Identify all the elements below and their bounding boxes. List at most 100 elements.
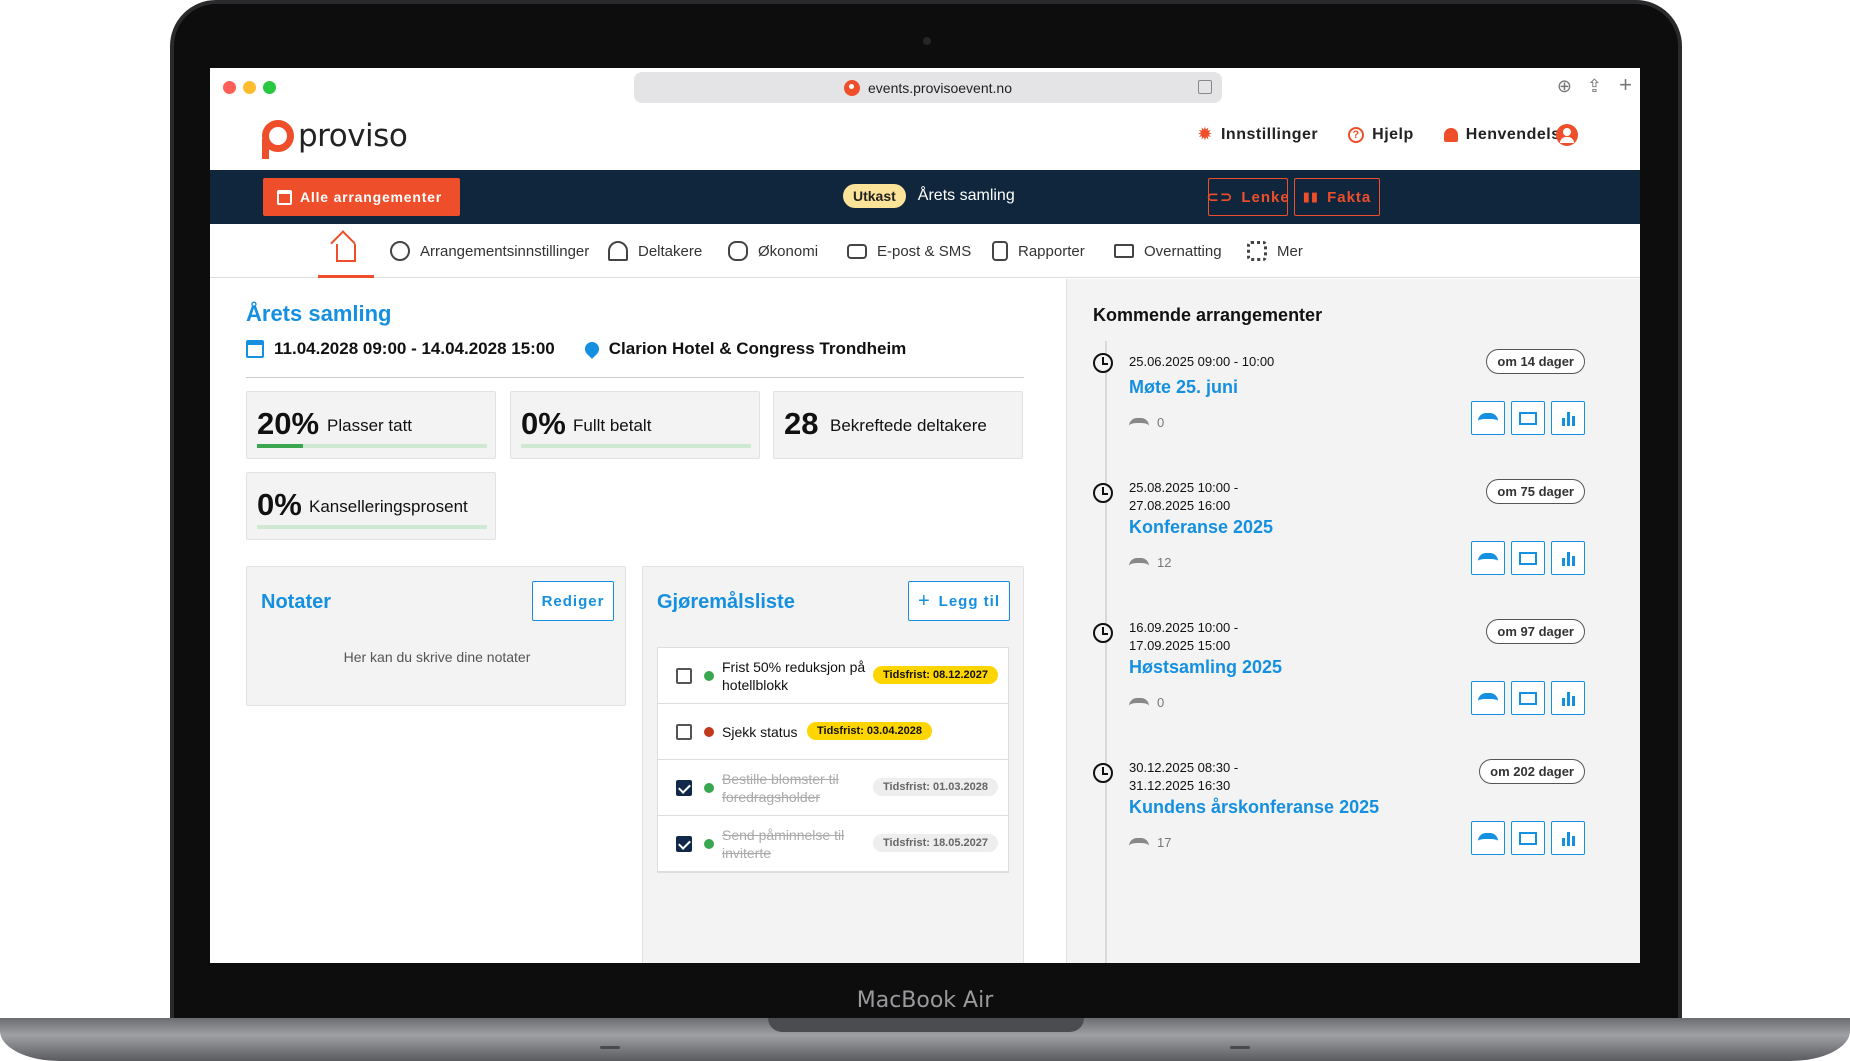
event-venue-text: Clarion Hotel & Congress Trondheim bbox=[608, 339, 907, 358]
todo-item: Send påminnelse til inviterte Tidsfrist:… bbox=[658, 816, 1008, 872]
help-link[interactable]: ? Hjelp bbox=[1348, 126, 1414, 144]
todo-text: Sjekk status bbox=[722, 724, 798, 740]
email-button[interactable] bbox=[1511, 821, 1545, 855]
logo-text: proviso bbox=[298, 118, 408, 154]
all-events-button[interactable]: Alle arrangementer bbox=[263, 178, 460, 216]
tab-event-settings[interactable]: Arrangementsinnstillinger bbox=[390, 224, 589, 278]
close-window-button[interactable] bbox=[223, 81, 236, 94]
sidebar-title: Kommende arrangementer bbox=[1093, 305, 1323, 325]
inquiry-link[interactable]: Henvendelse bbox=[1443, 125, 1570, 144]
tab-email-sms[interactable]: E-post & SMS bbox=[847, 224, 971, 278]
participant-number: 0 bbox=[1157, 695, 1165, 710]
tab-economy[interactable]: Økonomi bbox=[728, 224, 818, 278]
calendar-icon bbox=[277, 189, 292, 205]
link-button[interactable]: ⊂⊃ Lenke bbox=[1206, 178, 1290, 216]
participants-button[interactable] bbox=[1471, 821, 1505, 855]
participants-button[interactable] bbox=[1471, 401, 1505, 435]
status-dot bbox=[704, 727, 714, 737]
screen: events.provisoevent.no ⊕ ⇪ + proviso ✹ I… bbox=[210, 68, 1640, 963]
todo-checkbox[interactable] bbox=[676, 836, 692, 852]
grid-icon bbox=[1247, 241, 1267, 261]
tab-more[interactable]: Mer bbox=[1247, 224, 1303, 278]
deadline-badge: Tidsfrist: 03.04.2028 bbox=[807, 722, 932, 740]
participant-count: 0 bbox=[1129, 415, 1164, 430]
tab-label: Overnatting bbox=[1144, 242, 1222, 260]
logo[interactable]: proviso bbox=[262, 118, 408, 159]
event-actions bbox=[1471, 681, 1585, 715]
email-button[interactable] bbox=[1511, 401, 1545, 435]
notes-placeholder[interactable]: Her kan du skrive dine notater bbox=[247, 649, 627, 665]
page-title: Årets samling bbox=[246, 301, 392, 326]
stat-value: 0% bbox=[521, 406, 566, 441]
deadline-badge: Tidsfrist: 08.12.2027 bbox=[873, 666, 998, 684]
all-events-label: Alle arrangementer bbox=[300, 189, 443, 205]
clock-icon bbox=[1093, 763, 1113, 783]
todo-checkbox[interactable] bbox=[676, 780, 692, 796]
proviso-logo-icon bbox=[262, 120, 294, 159]
tab-label: Økonomi bbox=[758, 242, 819, 260]
edit-label: Rediger bbox=[541, 592, 605, 610]
countdown-badge: om 75 dager bbox=[1486, 479, 1585, 504]
todo-text: Send påminnelse til inviterte bbox=[722, 827, 845, 861]
report-button[interactable] bbox=[1551, 541, 1585, 575]
share-icon[interactable]: ⇪ bbox=[1587, 76, 1602, 97]
participant-number: 0 bbox=[1157, 415, 1165, 430]
email-button[interactable] bbox=[1511, 541, 1545, 575]
add-todo-button[interactable]: + Legg til bbox=[908, 581, 1010, 621]
email-button[interactable] bbox=[1511, 681, 1545, 715]
todo-checkbox[interactable] bbox=[676, 668, 692, 684]
stat-value: 28 bbox=[784, 406, 819, 441]
bar-chart-icon bbox=[1561, 410, 1575, 426]
event-name-link[interactable]: Konferanse 2025 bbox=[1129, 517, 1273, 538]
edit-notes-button[interactable]: Rediger bbox=[532, 581, 614, 621]
clock-icon bbox=[1093, 483, 1113, 503]
top-links: ✹ Innstillinger ? Hjelp Henvendelse bbox=[1197, 124, 1570, 145]
todo-item: Bestille blomster til foredragsholder Ti… bbox=[658, 760, 1008, 816]
todo-checkbox[interactable] bbox=[676, 724, 692, 740]
facts-button[interactable]: ▮▮ Fakta bbox=[1294, 178, 1380, 216]
settings-link[interactable]: ✹ Innstillinger bbox=[1197, 124, 1318, 145]
new-tab-icon[interactable]: + bbox=[1619, 72, 1632, 98]
calendar-icon bbox=[246, 340, 264, 358]
participants-button[interactable] bbox=[1471, 681, 1505, 715]
report-button[interactable] bbox=[1551, 821, 1585, 855]
tab-bar: Arrangementsinnstillinger Deltakere Økon… bbox=[210, 224, 1640, 278]
stat-label: Plasser tatt bbox=[327, 416, 413, 435]
minimize-window-button[interactable] bbox=[243, 81, 256, 94]
download-icon[interactable]: ⊕ bbox=[1557, 76, 1572, 97]
app-header: proviso ✹ Innstillinger ? Hjelp Henvende… bbox=[210, 108, 1640, 170]
address-bar[interactable]: events.provisoevent.no bbox=[634, 72, 1222, 103]
tab-participants[interactable]: Deltakere bbox=[608, 224, 702, 278]
progress-fill bbox=[257, 444, 303, 448]
reader-icon[interactable] bbox=[1198, 80, 1212, 94]
tab-reports[interactable]: Rapporter bbox=[992, 224, 1085, 278]
stat-cancellation-rate: 0% Kanselleringsprosent bbox=[246, 472, 496, 540]
stat-seats-taken: 20% Plasser tatt bbox=[246, 391, 496, 459]
document-icon bbox=[992, 241, 1008, 261]
zoom-window-button[interactable] bbox=[263, 81, 276, 94]
todo-text: Bestille blomster til foredragsholder bbox=[722, 771, 839, 805]
bed-icon bbox=[1114, 244, 1134, 258]
participants-button[interactable] bbox=[1471, 541, 1505, 575]
inquiry-label: Henvendelse bbox=[1465, 125, 1570, 143]
tab-label: Mer bbox=[1277, 242, 1303, 260]
participant-count: 0 bbox=[1129, 695, 1164, 710]
event-name-link[interactable]: Høstsamling 2025 bbox=[1129, 657, 1282, 678]
tab-accommodation[interactable]: Overnatting bbox=[1114, 224, 1222, 278]
participant-count: 17 bbox=[1129, 835, 1171, 850]
report-button[interactable] bbox=[1551, 401, 1585, 435]
bar-chart-icon bbox=[1561, 690, 1575, 706]
event-name-link[interactable]: Møte 25. juni bbox=[1129, 377, 1238, 398]
stat-value: 20% bbox=[257, 406, 320, 441]
tab-home[interactable] bbox=[318, 224, 374, 278]
event-dates-text: 11.04.2028 09:00 - 14.04.2028 15:00 bbox=[274, 339, 555, 358]
event-datetime: 25.08.2025 10:00 - 27.08.2025 16:00 bbox=[1129, 480, 1239, 513]
event-venue: Clarion Hotel & Congress Trondheim bbox=[581, 339, 907, 359]
user-avatar-icon[interactable] bbox=[1556, 124, 1578, 146]
link-label: Lenke bbox=[1241, 188, 1290, 206]
upcoming-events-sidebar: Kommende arrangementer 25.06.2025 09:00 … bbox=[1066, 279, 1640, 963]
event-name-link[interactable]: Kundens årskonferanse 2025 bbox=[1129, 797, 1379, 818]
participant-count: 12 bbox=[1129, 555, 1171, 570]
report-button[interactable] bbox=[1551, 681, 1585, 715]
notes-card: Notater Rediger Her kan du skrive dine n… bbox=[246, 566, 626, 706]
